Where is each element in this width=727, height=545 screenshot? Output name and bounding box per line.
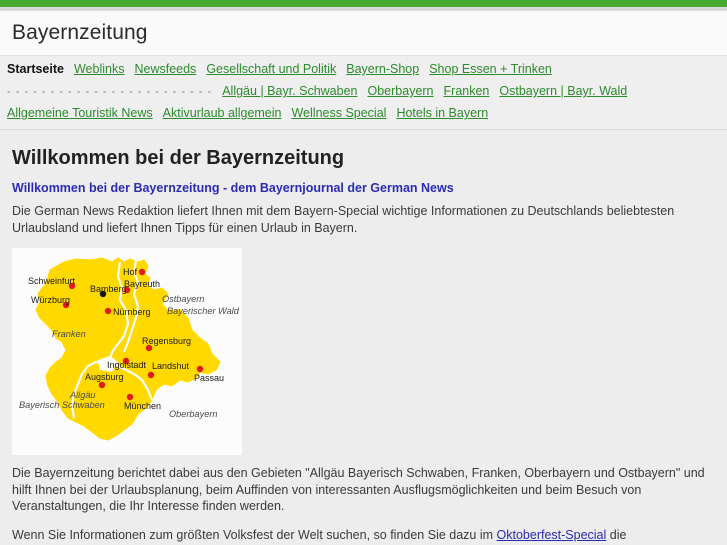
map-region-label-allgaeu: Allgäu	[69, 390, 96, 400]
map-city-label-hof: Hof	[123, 267, 138, 277]
map-city-label-muenchen: München	[124, 401, 161, 411]
nav-items-container: Startseite Weblinks Newsfeeds Gesellschaft …	[2, 60, 721, 126]
map-city-label-wuerzburg: Würzburg	[31, 295, 70, 305]
nav-item-wellness-special[interactable]: Wellness Special	[291, 104, 386, 122]
page-title: Willkommen bei der Bayernzeitung	[12, 147, 345, 169]
nav-item-allgaeu-bayr-schwaben[interactable]: Allgäu | Bayr. Schwaben	[222, 82, 357, 100]
map-city-label-schweinfurt: Schweinfurt	[28, 276, 76, 286]
main-content: Willkommen bei der Bayernzeitung Willkom…	[0, 130, 727, 545]
nav-item-oberbayern[interactable]: Oberbayern	[368, 82, 434, 100]
map-region-label-oberbayern: Oberbayern	[169, 409, 218, 419]
map-marker-landshut	[147, 371, 155, 379]
map-city-label-augsburg: Augsburg	[85, 372, 124, 382]
map-marker-passau	[196, 365, 204, 373]
map-city-label-nuernberg: Nürnberg	[113, 307, 151, 317]
oktoberfest-text-pre: Wenn Sie Informationen zum größten Volks…	[12, 527, 497, 542]
nav-item-shop-essen-trinken[interactable]: Shop Essen + Trinken	[429, 60, 552, 78]
bavaria-map-image: Franken Ostbayern Bayerischer Wald Allgä…	[12, 248, 242, 455]
nav-item-allgemeine-touristik-news[interactable]: Allgemeine Touristik News	[7, 104, 153, 122]
nav-item-gesellschaft-und-politik[interactable]: Gesellschaft und Politik	[206, 60, 336, 78]
map-city-label-bamberg: Bamberg	[90, 284, 127, 294]
page-subtitle: Willkommen bei der Bayernzeitung - dem B…	[12, 181, 454, 195]
map-city-label-passau: Passau	[194, 373, 224, 383]
top-accent-bar	[0, 0, 727, 7]
intro-paragraph: Die German News Redaktion liefert Ihnen …	[12, 204, 675, 235]
nav-item-newsfeeds[interactable]: Newsfeeds	[134, 60, 196, 78]
nav-item-aktivurlaub-allgemein[interactable]: Aktivurlaub allgemein	[163, 104, 282, 122]
map-region-label-franken: Franken	[52, 329, 86, 339]
nav-item-startseite[interactable]: Startseite	[7, 60, 64, 78]
oktoberfest-special-link[interactable]: Oktoberfest-Special	[497, 528, 607, 542]
map-city-label-ingolstadt: Ingolstadt	[107, 360, 147, 370]
map-marker-nuernberg	[104, 307, 112, 315]
coverage-paragraph: Die Bayernzeitung berichtet dabei aus de…	[12, 466, 705, 513]
site-header: Bayernzeitung	[0, 11, 727, 56]
map-marker-hof	[138, 268, 146, 276]
nav-item-hotels-in-bayern[interactable]: Hotels in Bayern	[396, 104, 488, 122]
nav-item-franken[interactable]: Franken	[444, 82, 490, 100]
main-navigation: Startseite Weblinks Newsfeeds Gesellschaft …	[0, 56, 727, 130]
map-region-label-bayerischer-wald: Bayerischer Wald	[167, 306, 240, 316]
nav-item-weblinks[interactable]: Weblinks	[74, 60, 124, 78]
map-marker-augsburg	[98, 381, 106, 389]
nav-item-ostbayern-bayr-wald[interactable]: Ostbayern | Bayr. Wald	[499, 82, 627, 100]
page-root: Bayernzeitung Startseite Weblinks Newsfeed…	[0, 0, 727, 545]
nav-separator-dots: - - - - - - - - - - - - - - - - - - - - …	[7, 86, 213, 98]
map-city-label-landshut: Landshut	[152, 361, 190, 371]
site-title: Bayernzeitung	[12, 21, 148, 44]
map-region-label-ostbayern: Ostbayern	[162, 294, 204, 304]
oktoberfest-paragraph: Wenn Sie Informationen zum größten Volks…	[12, 527, 715, 545]
map-city-label-regensburg: Regensburg	[142, 336, 191, 346]
map-city-label-bayreuth: Bayreuth	[124, 279, 160, 289]
map-marker-muenchen	[126, 393, 134, 401]
map-region-label-bayerisch-schwaben: Bayerisch Schwaben	[19, 400, 105, 410]
bavaria-map-svg: Franken Ostbayern Bayerischer Wald Allgä…	[12, 248, 242, 455]
nav-item-bayern-shop[interactable]: Bayern-Shop	[346, 60, 419, 78]
